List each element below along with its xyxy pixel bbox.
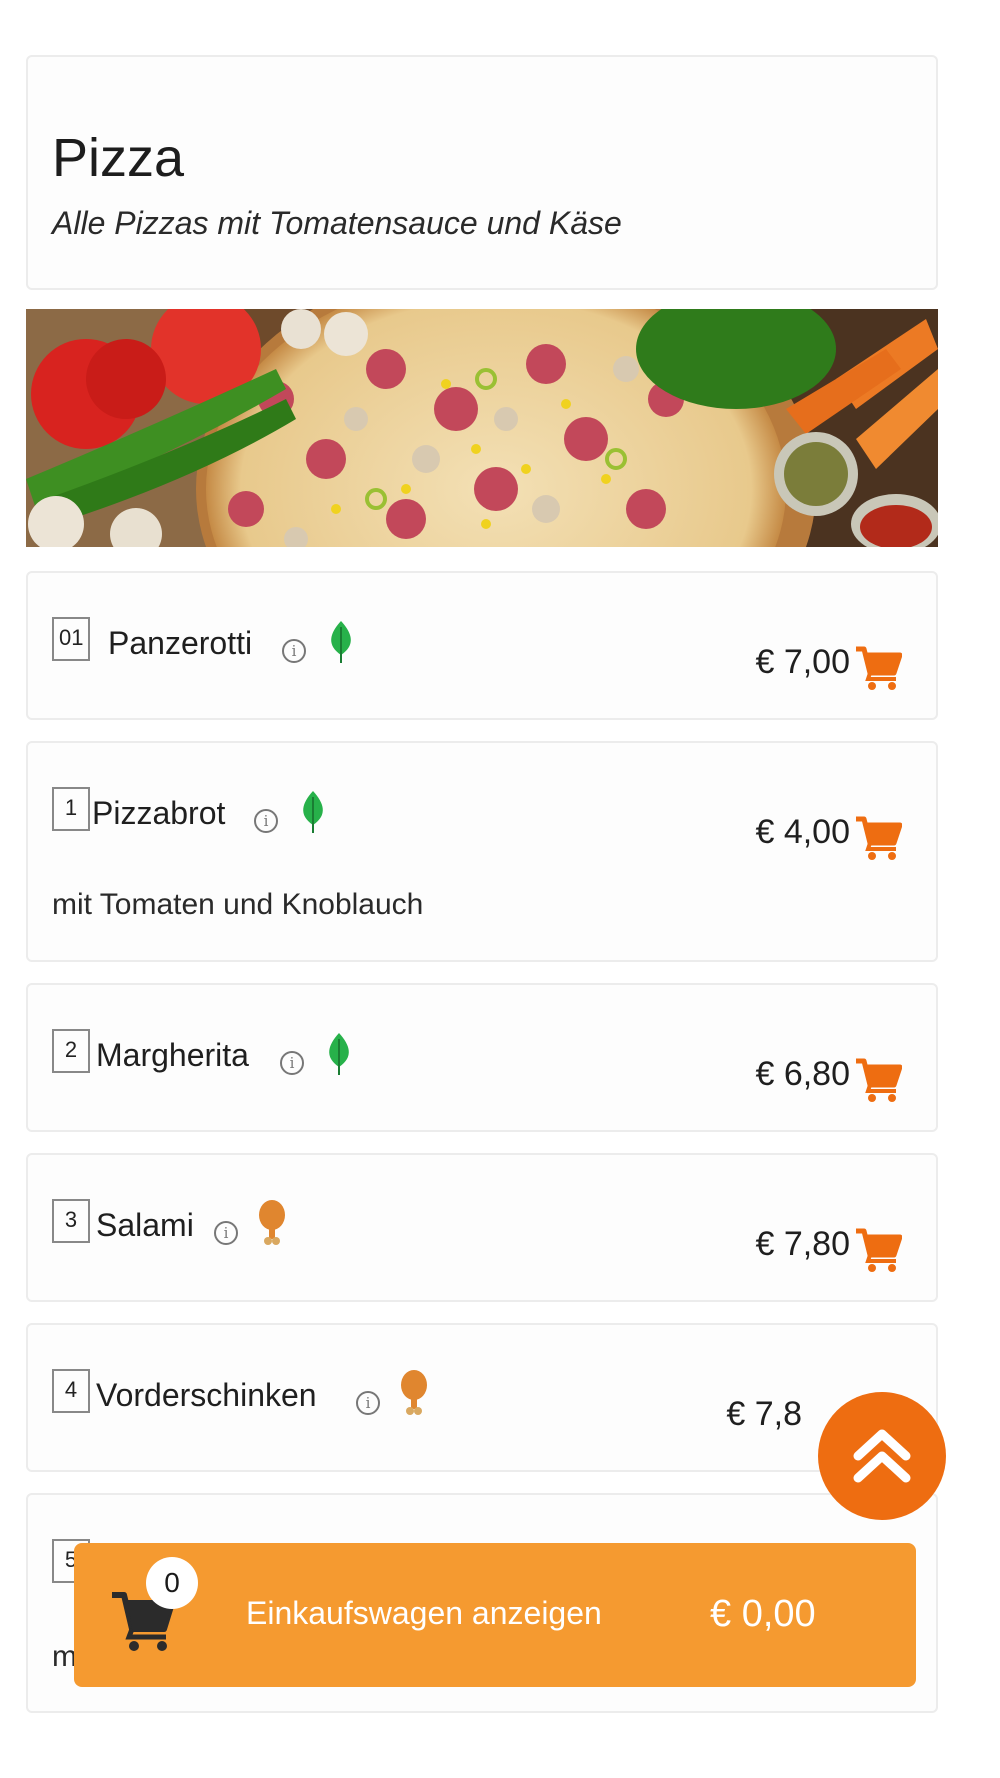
info-icon[interactable]: i — [254, 809, 278, 833]
category-banner-image — [26, 309, 938, 547]
item-number: 1 — [52, 787, 90, 831]
item-name: Pizzabrot — [92, 795, 226, 831]
item-name: Panzerotti — [108, 625, 253, 661]
leaf-icon — [329, 1033, 349, 1075]
scroll-to-top-button[interactable] — [818, 1392, 946, 1520]
item-name: Margherita — [96, 1037, 249, 1073]
add-to-cart-icon[interactable] — [854, 1057, 902, 1103]
info-icon[interactable]: i — [280, 1051, 304, 1075]
item-price: € 7,8 — [726, 1395, 802, 1433]
item-number: 2 — [52, 1029, 90, 1073]
menu-item[interactable]: 1 Pizzabrot i € 4,00 mit Tomaten und Kno… — [26, 741, 938, 962]
menu-item[interactable]: 2 Margherita i € 6,80 — [26, 983, 938, 1132]
item-name: Vorderschinken — [96, 1377, 317, 1413]
info-icon[interactable]: i — [214, 1221, 238, 1245]
cart-total: € 0,00 — [710, 1593, 816, 1635]
item-price: € 7,80 — [755, 1225, 850, 1263]
item-price: € 7,00 — [755, 643, 850, 681]
leaf-icon — [303, 791, 323, 833]
item-name: Salami — [96, 1207, 194, 1243]
leaf-icon — [331, 621, 351, 663]
menu-item[interactable]: 4 Vorderschinken i € 7,8 — [26, 1323, 938, 1472]
add-to-cart-icon[interactable] — [854, 645, 902, 691]
cart-count-badge: 0 — [146, 1557, 198, 1609]
double-chevron-up-icon — [853, 1429, 911, 1483]
drumstick-icon — [259, 1200, 285, 1245]
cart-label: Einkaufswagen anzeigen — [246, 1595, 602, 1631]
info-icon[interactable]: i — [356, 1391, 380, 1415]
menu-item[interactable]: 01 Panzerotti i € 7,00 — [26, 571, 938, 720]
item-number: 4 — [52, 1369, 90, 1413]
drumstick-icon — [401, 1370, 427, 1415]
item-description: mit Tomaten und Knoblauch — [52, 888, 424, 921]
category-subtitle: Alle Pizzas mit Tomatensauce und Käse — [52, 205, 622, 241]
item-price: € 6,80 — [755, 1055, 850, 1093]
view-cart-button[interactable]: 0 Einkaufswagen anzeigen € 0,00 — [74, 1543, 916, 1687]
item-number: 3 — [52, 1199, 90, 1243]
info-icon[interactable]: i — [282, 639, 306, 663]
item-number: 01 — [52, 617, 91, 661]
add-to-cart-icon[interactable] — [854, 1227, 902, 1273]
add-to-cart-icon[interactable] — [854, 815, 902, 861]
item-price: € 4,00 — [755, 813, 850, 851]
category-header: Pizza Alle Pizzas mit Tomatensauce und K… — [26, 55, 938, 290]
category-title: Pizza — [52, 128, 185, 188]
menu-item[interactable]: 3 Salami i € 7,80 — [26, 1153, 938, 1302]
